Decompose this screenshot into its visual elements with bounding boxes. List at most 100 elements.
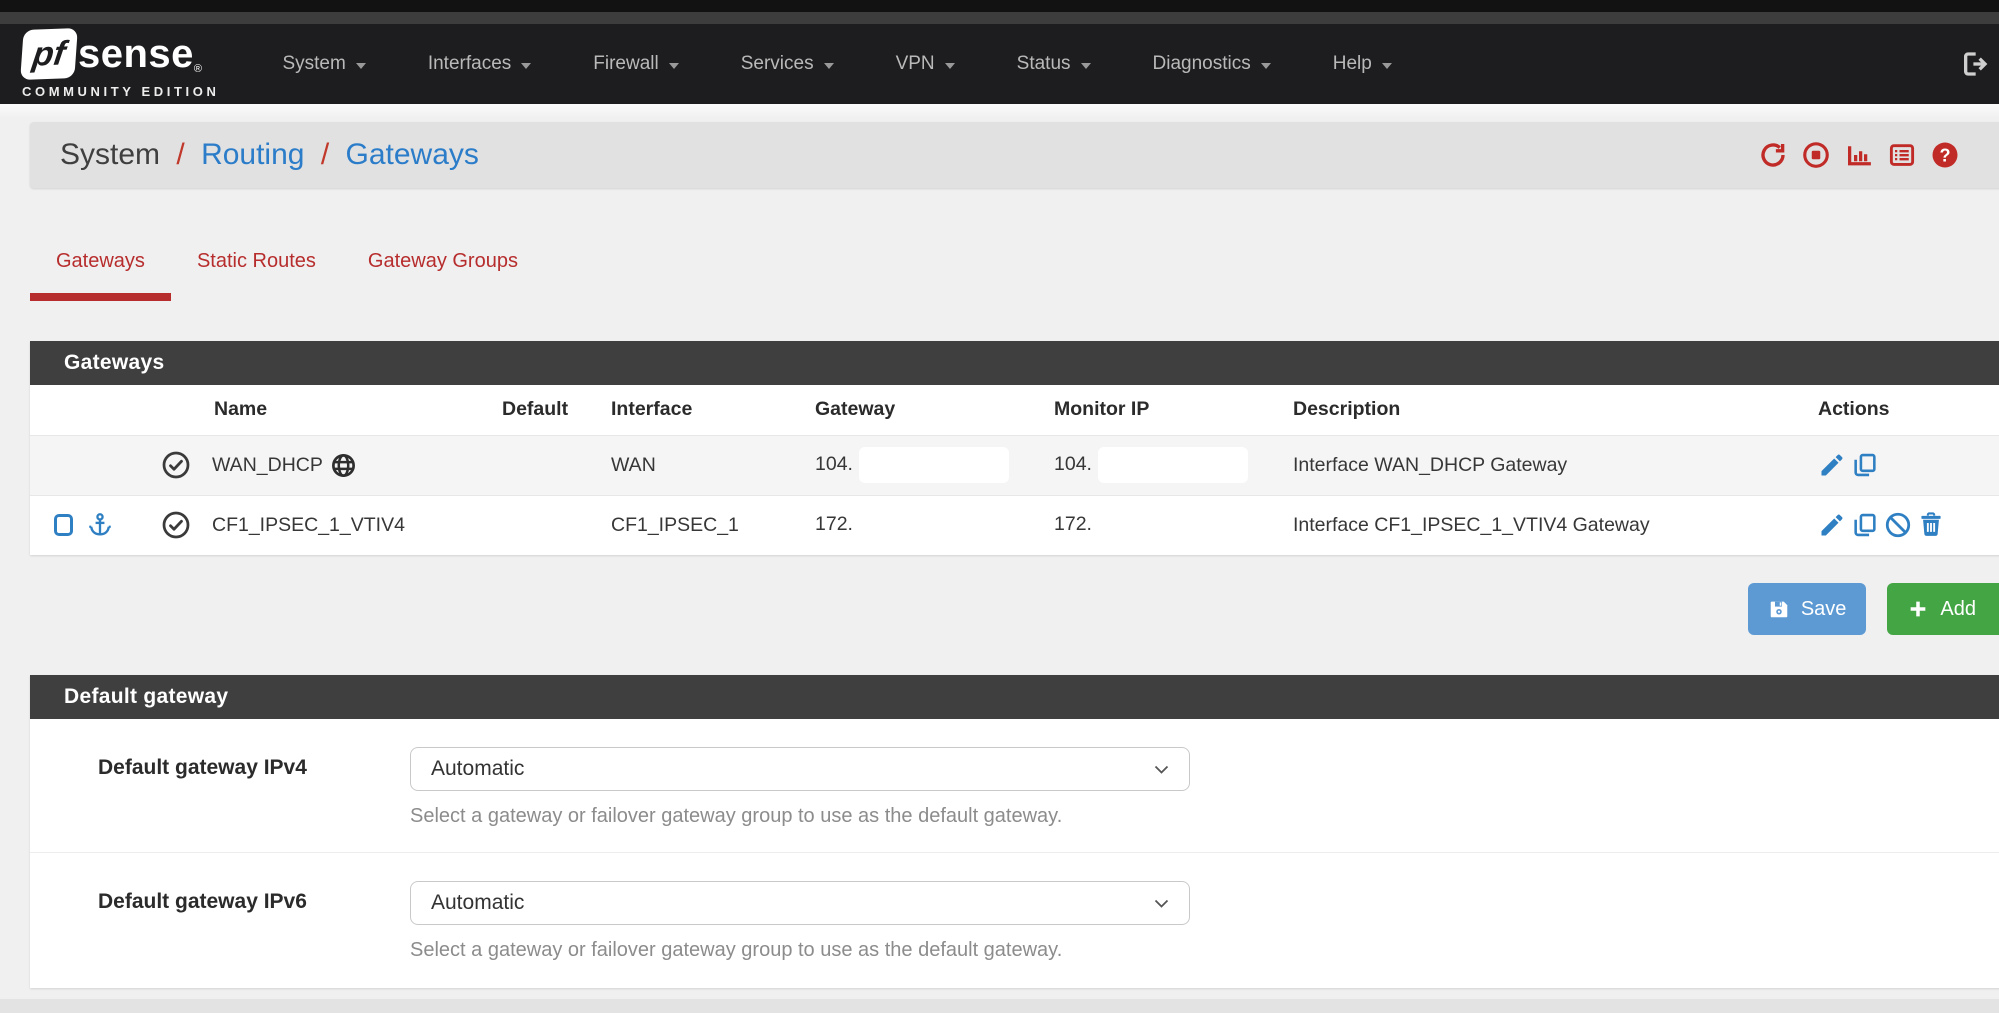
gateway-online-icon — [161, 450, 191, 480]
help-text: Select a gateway or failover gateway gro… — [410, 805, 1190, 828]
monitor-graph-icon[interactable] — [1844, 140, 1874, 170]
nav-item-vpn[interactable]: VPN — [865, 53, 986, 75]
table-actions-row: Save Add — [30, 583, 1999, 635]
gateway-interface: WAN — [601, 435, 805, 495]
breadcrumb-section: System — [60, 138, 160, 171]
pfsense-logo[interactable]: pf sense ® COMMUNITY EDITION — [22, 29, 219, 99]
log-list-icon[interactable] — [1887, 140, 1917, 170]
copy-icon[interactable] — [1851, 451, 1879, 479]
chevron-down-icon — [945, 63, 955, 69]
disable-icon[interactable] — [1884, 511, 1912, 539]
chevron-down-icon — [1081, 63, 1091, 69]
nav-item-firewall[interactable]: Firewall — [562, 53, 709, 75]
col-name: Name — [202, 385, 492, 435]
edit-icon[interactable] — [1818, 451, 1846, 479]
redacted-ip — [859, 507, 1009, 543]
col-gateway: Gateway — [805, 385, 1044, 435]
col-actions: Actions — [1808, 385, 1999, 435]
redacted-ip — [859, 447, 1009, 483]
form-row-ipv6: Default gateway IPv6 Automatic Select a … — [30, 852, 1999, 988]
breadcrumb-separator: / — [313, 138, 337, 171]
nav-item-diagnostics[interactable]: Diagnostics — [1122, 53, 1302, 75]
plus-icon — [1907, 598, 1929, 620]
svg-text:?: ? — [1939, 145, 1950, 165]
default-gateway-ipv6-select[interactable]: Automatic — [410, 881, 1190, 925]
tab-gateways[interactable]: Gateways — [30, 250, 171, 301]
gateways-panel-title: Gateways — [30, 341, 1999, 385]
globe-icon — [330, 452, 357, 479]
gateway-name: CF1_IPSEC_1_VTIV4 — [212, 514, 405, 536]
chevron-down-icon — [1382, 63, 1392, 69]
brand-subtitle: COMMUNITY EDITION — [22, 84, 219, 99]
monitor-ip: 172. — [1054, 513, 1092, 535]
header-shadow — [0, 104, 1999, 118]
nav-item-status[interactable]: Status — [986, 53, 1122, 75]
save-icon — [1768, 598, 1790, 620]
breadcrumb-link-routing[interactable]: Routing — [201, 138, 304, 171]
breadcrumb: System / Routing / Gateways ? — [30, 122, 1999, 188]
brand-name: sense — [78, 34, 194, 74]
col-monitor-ip: Monitor IP — [1044, 385, 1283, 435]
nav-item-services[interactable]: Services — [710, 53, 865, 75]
window-title-strip — [0, 12, 1999, 24]
default-gateway-ipv4-label: Default gateway IPv4 — [98, 747, 410, 828]
delete-icon[interactable] — [1917, 511, 1945, 539]
chevron-down-icon — [824, 63, 834, 69]
help-text: Select a gateway or failover gateway gro… — [410, 939, 1190, 962]
gateway-description: Interface WAN_DHCP Gateway — [1283, 435, 1808, 495]
help-icon[interactable]: ? — [1930, 140, 1960, 170]
chevron-down-icon — [1154, 899, 1169, 908]
tab-static-routes[interactable]: Static Routes — [171, 250, 342, 301]
registered-mark: ® — [194, 63, 202, 75]
default-gateway-ipv4-select[interactable]: Automatic — [410, 747, 1190, 791]
chevron-down-icon — [356, 63, 366, 69]
form-row-ipv4: Default gateway IPv4 Automatic Select a … — [30, 719, 1999, 828]
save-button[interactable]: Save — [1748, 583, 1867, 635]
copy-icon[interactable] — [1851, 511, 1879, 539]
anchor-icon — [86, 511, 114, 539]
default-gateway-panel: Default gateway Default gateway IPv4 Aut… — [30, 675, 1999, 988]
nav-item-system[interactable]: System — [251, 53, 396, 75]
breadcrumb-link-gateways[interactable]: Gateways — [346, 138, 479, 171]
gateways-table: Name Default Interface Gateway Monitor I… — [30, 385, 1999, 555]
gateway-row-wan-dhcp: WAN_DHCP WAN 104. 104. Interface WAN_DHC… — [30, 435, 1999, 495]
gateway-default — [492, 495, 601, 555]
gateway-description: Interface CF1_IPSEC_1_VTIV4 Gateway — [1283, 495, 1808, 555]
tab-bar: Gateways Static Routes Gateway Groups — [30, 250, 1999, 301]
redacted-ip — [1098, 447, 1248, 483]
nav-item-help[interactable]: Help — [1302, 53, 1423, 75]
pf-logo-box: pf — [20, 28, 78, 80]
gateway-row-cf1-ipsec: CF1_IPSEC_1_VTIV4 CF1_IPSEC_1 172. 172. … — [30, 495, 1999, 555]
gateway-ip: 172. — [815, 513, 853, 535]
row-checkbox[interactable] — [54, 514, 73, 536]
col-default: Default — [492, 385, 601, 435]
gateway-name: WAN_DHCP — [212, 454, 323, 477]
add-gateway-button[interactable]: Add — [1887, 583, 1999, 635]
tab-gateway-groups[interactable]: Gateway Groups — [342, 250, 544, 301]
table-header-row: Name Default Interface Gateway Monitor I… — [30, 385, 1999, 435]
gateway-online-icon — [161, 510, 191, 540]
gateway-ip: 104. — [815, 453, 853, 475]
default-gateway-panel-title: Default gateway — [30, 675, 1999, 719]
nav-item-interfaces[interactable]: Interfaces — [397, 53, 562, 75]
gateway-default — [492, 435, 601, 495]
col-description: Description — [1283, 385, 1808, 435]
col-interface: Interface — [601, 385, 805, 435]
chevron-down-icon — [521, 63, 531, 69]
main-menu: System Interfaces Firewall Services VPN … — [251, 53, 1422, 75]
default-gateway-ipv6-label: Default gateway IPv6 — [98, 881, 410, 962]
edit-icon[interactable] — [1818, 511, 1846, 539]
chevron-down-icon — [1261, 63, 1271, 69]
chevron-down-icon — [669, 63, 679, 69]
breadcrumb-separator: / — [168, 138, 192, 171]
gateway-interface: CF1_IPSEC_1 — [601, 495, 805, 555]
redacted-ip — [1098, 507, 1248, 543]
stop-icon[interactable] — [1801, 140, 1831, 170]
top-navbar: pf sense ® COMMUNITY EDITION System Inte… — [0, 24, 1999, 104]
gateways-panel: Gateways Name Default Interface Gateway … — [30, 341, 1999, 555]
refresh-icon[interactable] — [1758, 140, 1788, 170]
monitor-ip: 104. — [1054, 453, 1092, 475]
window-top-strip — [0, 0, 1999, 12]
chevron-down-icon — [1154, 765, 1169, 774]
sign-out-icon[interactable] — [1959, 48, 1991, 80]
